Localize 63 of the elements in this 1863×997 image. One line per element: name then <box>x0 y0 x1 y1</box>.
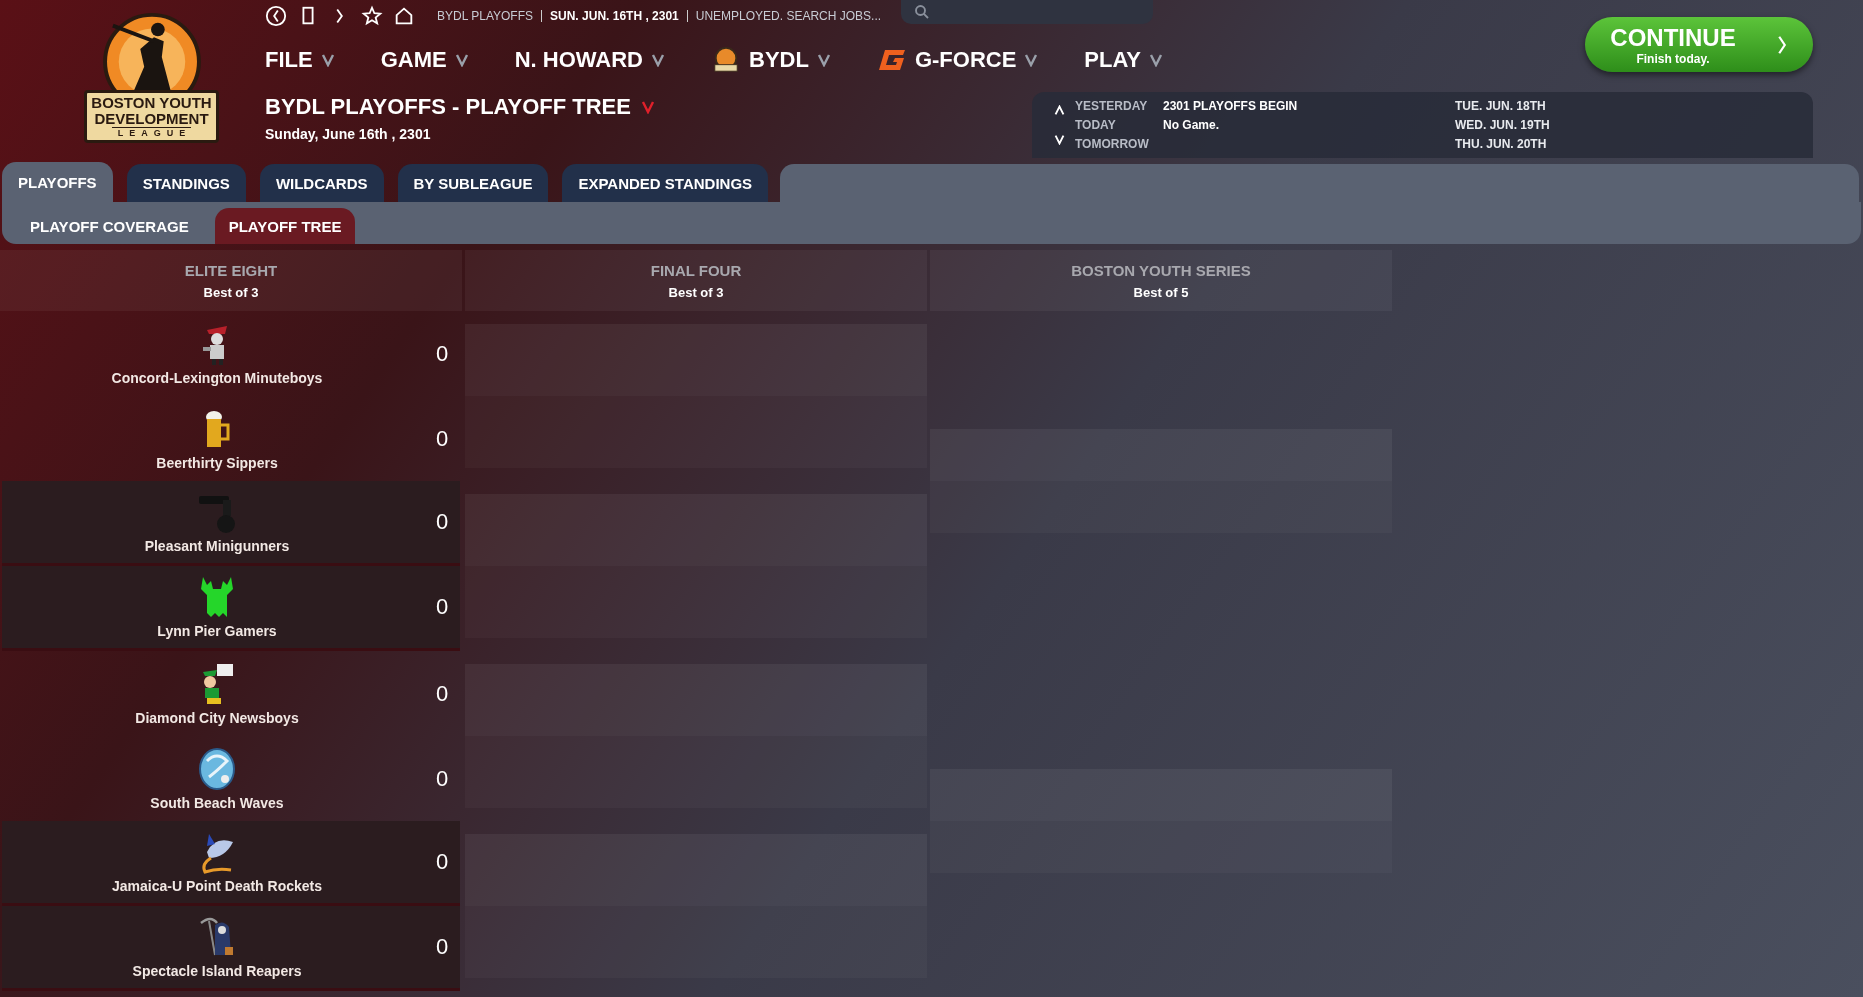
breadcrumb-link[interactable]: UNEMPLOYED. SEARCH JOBS... <box>695 9 882 23</box>
day-event: 2301 PLAYOFFS BEGIN <box>1163 99 1299 113</box>
series-format: Best of 3 <box>203 284 259 300</box>
chevron-down-icon[interactable] <box>816 53 831 67</box>
menu-item[interactable]: G-FORCE <box>914 47 1017 73</box>
day-label: YESTERDAY <box>1075 99 1149 113</box>
breadcrumb-link[interactable]: SUN. JUN. 16TH , 2301 <box>550 9 679 23</box>
tab[interactable]: BY SUBLEAGUE <box>397 164 549 202</box>
team-name: Pleasant Minigunners <box>144 538 290 554</box>
series-format: Best of 3 <box>668 284 724 300</box>
search-field[interactable] <box>901 0 1154 24</box>
round-title: ELITE EIGHT <box>184 261 278 279</box>
team-name: South Beach Waves <box>150 794 284 811</box>
day-event: No Game. <box>1163 118 1220 132</box>
menu-item[interactable]: FILE <box>265 47 313 73</box>
day-label: TODAY <box>1075 118 1117 132</box>
subtab[interactable]: PLAYOFF COVERAGE <box>16 208 203 244</box>
logo-text: DEVELOPMENT <box>94 111 209 127</box>
team-name: Lynn Pier Gamers <box>157 623 277 639</box>
chevron-down-icon[interactable] <box>320 53 335 67</box>
tab[interactable]: STANDINGS <box>126 164 246 202</box>
chevron-down-icon[interactable] <box>651 53 665 67</box>
league-logo-icon <box>711 46 741 74</box>
schedule-date: TUE. JUN. 18TH <box>1455 99 1547 113</box>
schedule-date: WED. JUN. 19TH <box>1455 118 1551 132</box>
series-score: 0 <box>436 340 449 367</box>
series-score: 0 <box>436 849 449 875</box>
menu-item[interactable]: GAME <box>380 47 447 73</box>
tab[interactable]: EXPANDED STANDINGS <box>562 164 769 202</box>
team-name: Spectacle Island Reapers <box>132 963 302 979</box>
chevron-up-icon[interactable] <box>1054 105 1065 116</box>
menu-item[interactable]: N. HOWARD <box>514 47 643 73</box>
breadcrumb-link[interactable]: BYDL PLAYOFFS <box>437 9 534 23</box>
team-name: Beerthirty Sippers <box>156 454 278 471</box>
series-score: 0 <box>436 680 449 707</box>
page-date: Sunday, June 16th , 2301 <box>265 126 432 142</box>
logo-text: BOSTON YOUTH <box>91 95 212 111</box>
tab[interactable]: WILDCARDS <box>259 164 384 202</box>
wave-logo-icon <box>197 746 237 791</box>
team-name: Jamaica-U Point Death Rockets <box>111 878 323 894</box>
back-icon[interactable] <box>265 5 287 27</box>
chevron-down-icon[interactable] <box>454 53 469 67</box>
star-icon[interactable] <box>361 5 383 27</box>
series-score: 0 <box>436 425 449 452</box>
series-format: Best of 5 <box>1133 284 1189 300</box>
continue-button[interactable]: CONTINUE Finish today. <box>1585 17 1813 72</box>
subtab[interactable]: PLAYOFF TREE <box>214 208 356 244</box>
schedule-date: THU. JUN. 20TH <box>1455 137 1548 151</box>
series-score: 0 <box>436 509 449 535</box>
series-score: 0 <box>436 934 449 960</box>
team-name: Diamond City Newsboys <box>135 709 299 726</box>
series-score: 0 <box>436 765 449 792</box>
day-label: TOMORROW <box>1075 137 1150 151</box>
home-icon[interactable] <box>393 5 415 27</box>
logo-text: LEAGUE <box>111 127 192 138</box>
series-score: 0 <box>436 594 449 620</box>
menu-item[interactable]: PLAY <box>1084 47 1141 73</box>
page-title: BYDL PLAYOFFS - PLAYOFF TREE <box>265 94 631 120</box>
round-title: BOSTON YOUTH SERIES <box>1071 261 1251 279</box>
tab[interactable]: PLAYOFFS <box>2 162 113 202</box>
menu-item[interactable]: BYDL <box>749 47 809 73</box>
round-title: FINAL FOUR <box>650 261 742 279</box>
team-name: Concord-Lexington Minuteboys <box>111 369 323 386</box>
